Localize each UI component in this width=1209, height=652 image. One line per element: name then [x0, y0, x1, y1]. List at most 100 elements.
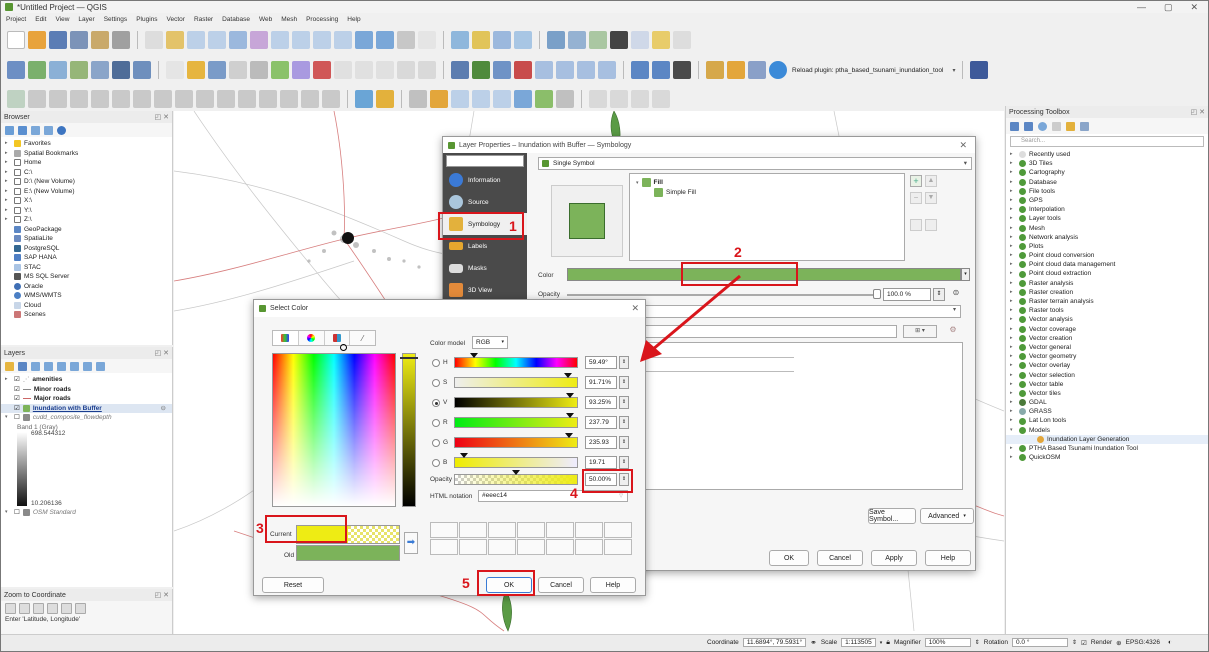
channel-step-icon[interactable]: ⇕ [619, 376, 629, 389]
zoom-tool-f-icon[interactable] [75, 603, 86, 614]
toolbox-icon[interactable] [589, 31, 607, 49]
save-as-icon[interactable] [70, 31, 88, 49]
georef-icon[interactable] [355, 90, 373, 108]
browser-item-z[interactable]: ▸ Z:\ [1, 215, 172, 225]
delete-selected-icon[interactable] [313, 61, 331, 79]
cancel-button[interactable]: Cancel [538, 577, 584, 593]
style-layer-icon[interactable] [5, 361, 14, 371]
expand-icon[interactable]: ▸ [1010, 214, 1016, 223]
processing-item[interactable]: ▸ Interpolation [1006, 205, 1208, 214]
expand-icon[interactable]: ▸ [1010, 361, 1016, 370]
zoom-tool-d-icon[interactable] [47, 603, 58, 614]
channel-radio-b[interactable] [432, 459, 440, 467]
visibility-indicator-icon[interactable]: ⊖ [161, 404, 166, 414]
panel-close-icon[interactable]: ◰ ✕ [155, 349, 169, 357]
annotation-d-icon[interactable] [652, 90, 670, 108]
cancel-button[interactable]: Cancel [817, 550, 863, 566]
menu-help[interactable]: Help [347, 16, 360, 23]
label-properties-icon[interactable] [598, 61, 616, 79]
digitize-shape-icon[interactable] [7, 90, 25, 108]
save-project-icon[interactable] [49, 31, 67, 49]
expand-icon[interactable]: ▸ [1010, 389, 1016, 398]
apply-button[interactable]: Apply [871, 550, 917, 566]
advanced-digitize-d-icon[interactable] [91, 90, 109, 108]
channel-spinbox-s[interactable]: 91.71% [585, 376, 617, 389]
pan-to-selection-icon[interactable] [166, 31, 184, 49]
advanced-digitize-c-icon[interactable] [70, 90, 88, 108]
remove-symbol-layer-icon[interactable]: − [910, 192, 922, 204]
menu-vector[interactable]: Vector [167, 16, 185, 23]
history-icon[interactable] [1038, 121, 1047, 131]
processing-item[interactable]: ▸ PTHA Based Tsunami Inundation Tool [1006, 444, 1208, 453]
add-wms-icon[interactable] [133, 61, 151, 79]
panel-close-icon[interactable]: ◰ ✕ [155, 113, 169, 121]
menu-database[interactable]: Database [222, 16, 250, 23]
browser-item-c[interactable]: ▸ C:\ [1, 168, 172, 178]
minimize-icon[interactable]: — [1137, 2, 1146, 13]
refresh-icon[interactable] [418, 31, 436, 49]
plugin-tool-c-icon[interactable] [673, 61, 691, 79]
new-3d-view-icon[interactable] [376, 31, 394, 49]
expand-icon[interactable]: ▸ [1010, 288, 1016, 297]
browser-item-scenes[interactable]: Scenes [1, 310, 172, 320]
swatch-cell[interactable] [459, 522, 487, 538]
temporal-icon[interactable] [397, 31, 415, 49]
add-feature-icon[interactable] [271, 61, 289, 79]
swatch-cell[interactable] [604, 522, 632, 538]
browser-item-bookmarks[interactable]: ▸ Spatial Bookmarks [1, 149, 172, 159]
change-label-icon[interactable] [577, 61, 595, 79]
messages-icon[interactable]: ◐ [1168, 639, 1172, 646]
properties-icon[interactable] [57, 125, 66, 135]
processing-item[interactable]: ▸ File tools [1006, 187, 1208, 196]
channel-radio-s[interactable] [432, 379, 440, 387]
checkbox-icon[interactable]: ☐ [14, 413, 20, 423]
channel-radio-r[interactable] [432, 419, 440, 427]
menu-edit[interactable]: Edit [35, 16, 46, 23]
expand-icon[interactable]: ▸ [1010, 352, 1016, 361]
expand-icon[interactable]: ▸ [1010, 380, 1016, 389]
channel-radio-v[interactable] [432, 399, 440, 407]
scripts-icon[interactable] [1024, 121, 1033, 131]
vertex-tool-icon[interactable] [250, 61, 268, 79]
add-postgis-icon[interactable] [112, 61, 130, 79]
plugin-tool-b-icon[interactable] [652, 61, 670, 79]
tree-fill-node[interactable]: ▾ Fill [636, 178, 663, 187]
nav-information[interactable]: Information [443, 169, 527, 191]
processing-item[interactable]: ▸ Raster terrain analysis [1006, 297, 1208, 306]
menu-settings[interactable]: Settings [104, 16, 128, 23]
zoom-native-icon[interactable] [292, 31, 310, 49]
zoom-last-icon[interactable] [313, 31, 331, 49]
swatch-cell[interactable] [459, 539, 487, 555]
selection-b-icon[interactable] [430, 90, 448, 108]
advanced-digitize-b-icon[interactable] [49, 90, 67, 108]
processing-search-input[interactable]: Search... [1010, 136, 1204, 147]
browser-item-postgresql[interactable]: PostgreSQL [1, 244, 172, 254]
advanced-digitize-k-icon[interactable] [238, 90, 256, 108]
crs-icon[interactable]: ⊕ [1116, 639, 1121, 647]
annotation-b-icon[interactable] [610, 90, 628, 108]
plugin-tool-g-icon[interactable] [376, 90, 394, 108]
expand-icon[interactable]: ▸ [1010, 251, 1016, 260]
advanced-button[interactable]: Advanced ▾ [920, 508, 974, 524]
plugin-tool-a-icon[interactable] [631, 61, 649, 79]
checkbox-icon[interactable]: ☐ [14, 508, 20, 518]
style-manager-icon[interactable]: ⚙ [943, 325, 963, 338]
processing-item[interactable]: ▸ Raster analysis [1006, 279, 1208, 288]
processing-item[interactable]: ▸ 3D Tiles [1006, 159, 1208, 168]
annotation-c-icon[interactable] [631, 90, 649, 108]
rotate-label-icon[interactable] [556, 61, 574, 79]
processing-item[interactable]: ▸ Raster tools [1006, 306, 1208, 315]
add-selected-icon[interactable] [5, 125, 14, 135]
browser-item-saphana[interactable]: SAP HANA [1, 253, 172, 263]
layer-item-minor-roads[interactable]: ☑ Minor roads [1, 385, 172, 395]
browser-item-mssql[interactable]: MS SQL Server [1, 272, 172, 282]
copy-icon[interactable] [355, 61, 373, 79]
expand-icon[interactable]: ▸ [1010, 315, 1016, 324]
expand-icon[interactable]: ▾ [1010, 426, 1016, 435]
browser-item-spatialite[interactable]: SpatiaLite [1, 234, 172, 244]
pan-icon[interactable] [145, 31, 163, 49]
processing-item[interactable]: ▸ Vector geometry [1006, 352, 1208, 361]
add-group-icon[interactable] [18, 361, 27, 371]
results-icon[interactable] [1052, 121, 1061, 131]
selection-a-icon[interactable] [409, 90, 427, 108]
